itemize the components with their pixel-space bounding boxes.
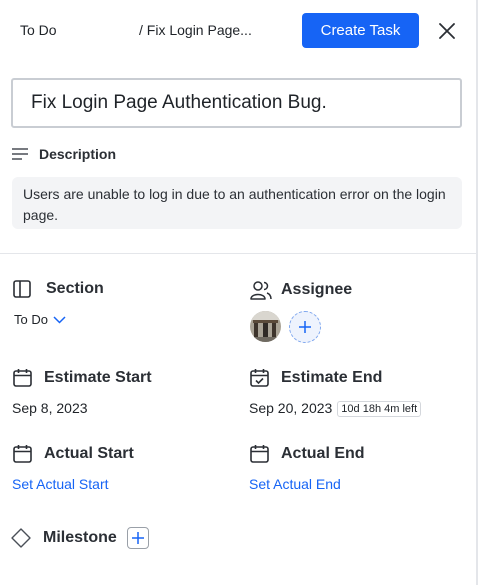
add-milestone-button[interactable] — [126, 527, 149, 549]
section-value: To Do — [14, 312, 48, 327]
set-actual-start-link[interactable]: Set Actual Start — [12, 476, 109, 492]
avatar[interactable] — [250, 311, 281, 342]
estimate-end-label: Estimate End — [281, 368, 383, 386]
calendar-check-icon — [250, 368, 269, 387]
sidebar-panel-icon — [13, 280, 31, 298]
assignee-label: Assignee — [281, 281, 353, 298]
set-actual-end-link[interactable]: Set Actual End — [249, 476, 341, 492]
section-label: Section — [46, 280, 104, 297]
actual-start-field: Actual Start — [13, 444, 134, 463]
diamond-icon — [11, 528, 31, 548]
estimate-end-row: Sep 20, 2023 10d 18h 4m left — [249, 400, 422, 417]
time-left-badge: 10d 18h 4m left — [337, 401, 422, 417]
task-title-input[interactable]: Fix Login Page Authentication Bug. — [11, 78, 462, 128]
milestone-label: Milestone — [43, 529, 117, 546]
milestone-field: Milestone — [11, 527, 149, 549]
plus-icon — [299, 321, 311, 333]
users-icon — [250, 280, 272, 300]
plus-icon — [131, 532, 144, 544]
section-dropdown[interactable]: To Do — [14, 312, 66, 327]
description-label: Description — [39, 146, 117, 162]
section-field: Section — [13, 280, 104, 298]
calendar-icon — [250, 444, 269, 463]
close-icon — [439, 23, 455, 39]
lines-icon — [12, 148, 28, 160]
divider — [0, 253, 476, 254]
top-bar: To Do / Fix Login Page... Create Task — [0, 0, 478, 62]
estimate-end-field: Estimate End — [250, 368, 382, 387]
actual-start-label: Actual Start — [44, 444, 134, 462]
estimate-start-value[interactable]: Sep 8, 2023 — [12, 400, 88, 416]
close-button[interactable] — [436, 20, 458, 42]
actual-end-label: Actual End — [281, 444, 365, 462]
estimate-start-label: Estimate Start — [44, 368, 152, 386]
breadcrumb-root[interactable]: To Do — [20, 22, 57, 38]
estimate-end-value[interactable]: Sep 20, 2023 — [249, 400, 332, 416]
calendar-icon — [13, 368, 32, 387]
create-task-button[interactable]: Create Task — [302, 13, 419, 48]
estimate-start-field: Estimate Start — [13, 368, 152, 387]
chevron-down-icon — [53, 315, 66, 324]
calendar-icon — [13, 444, 32, 463]
description-text[interactable]: Users are unable to log in due to an aut… — [12, 177, 462, 229]
assignee-field: Assignee — [250, 280, 352, 300]
description-header: Description — [12, 146, 116, 162]
breadcrumb-current: / Fix Login Page... — [139, 22, 252, 38]
actual-end-field: Actual End — [250, 444, 365, 463]
add-assignee-button[interactable] — [289, 311, 321, 343]
